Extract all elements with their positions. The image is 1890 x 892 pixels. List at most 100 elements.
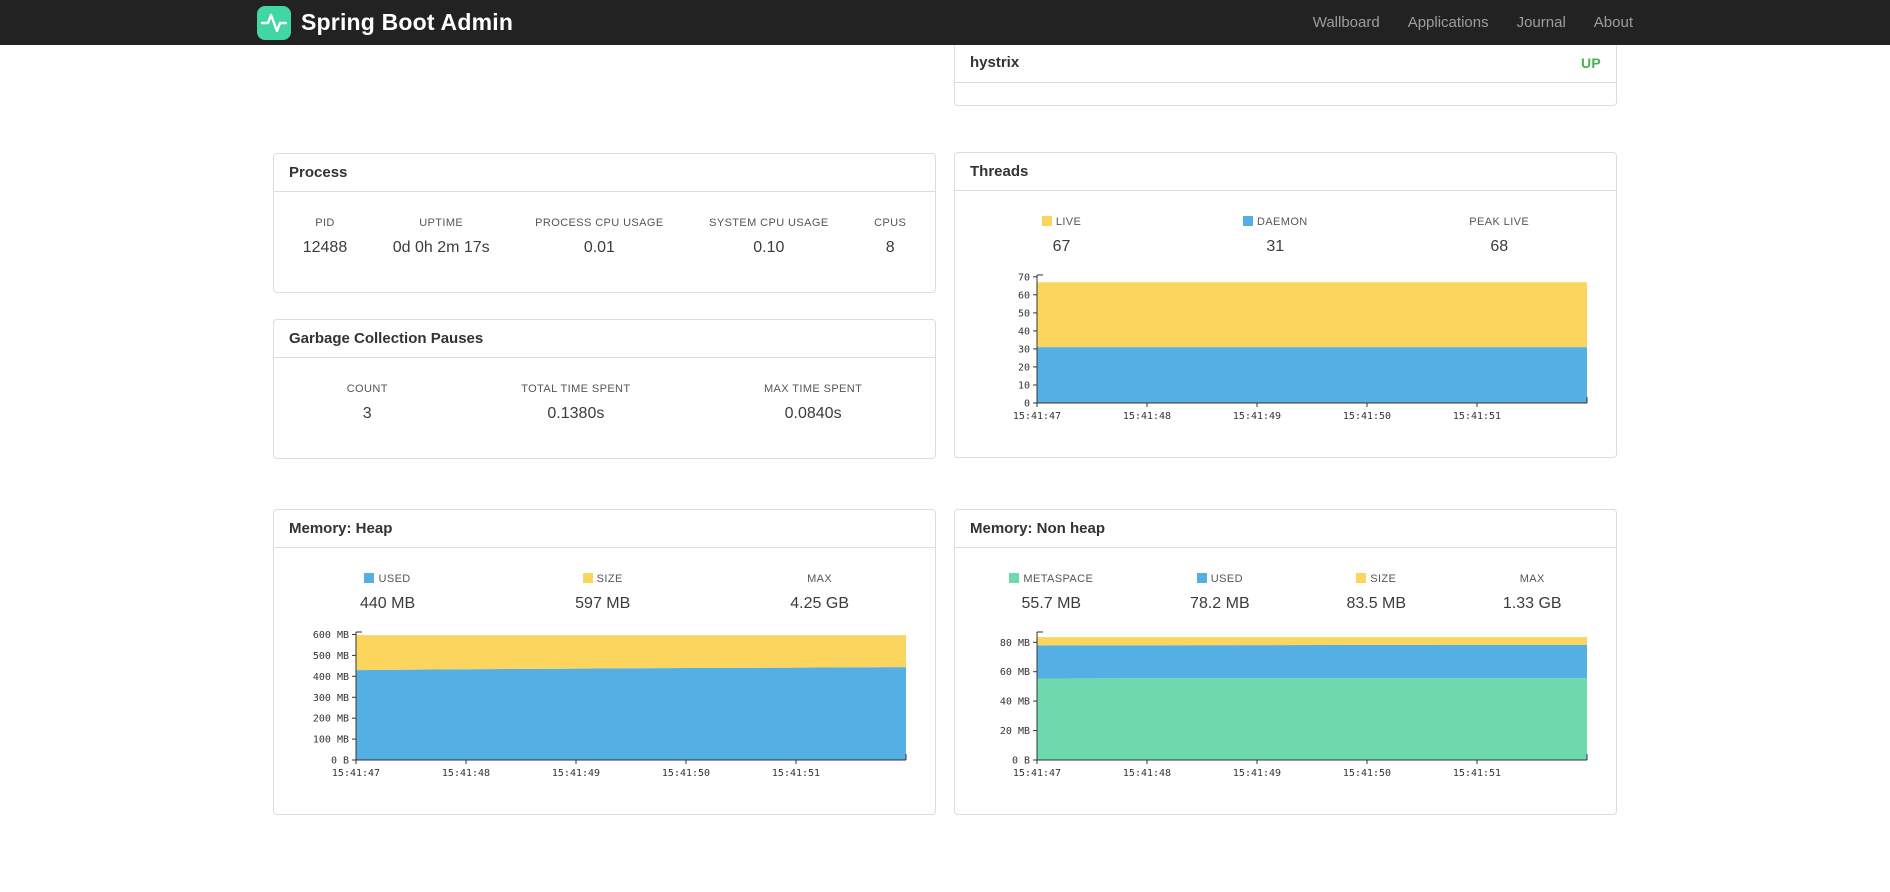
svg-text:0 B: 0 B [1012, 756, 1030, 767]
legend-max: MAX 1.33 GB [1503, 572, 1562, 616]
svg-text:15:41:50: 15:41:50 [1343, 411, 1391, 422]
memory-nonheap-panel: Memory: Non heap METASPACE 55.7 MB USED … [954, 509, 1617, 815]
legend-value: 440 MB [360, 595, 416, 612]
brand[interactable]: Spring Boot Admin [257, 5, 514, 40]
legend-value: 597 MB [575, 595, 631, 612]
svg-text:15:41:47: 15:41:47 [1013, 411, 1061, 422]
process-panel: Process PID 12488 UPTIME 0d 0h 2m 17s PR… [273, 153, 936, 293]
stat-gc-total-time: TOTAL TIME SPENT 0.1380s [521, 382, 630, 426]
threads-panel: Threads LIVE 67 DAEMON 31 PEAK LIVE 68 0… [954, 152, 1617, 458]
legend-size: SIZE 597 MB [575, 572, 630, 616]
stat-uptime: UPTIME 0d 0h 2m 17s [393, 216, 490, 260]
svg-text:0: 0 [1024, 399, 1030, 410]
nav-item-journal[interactable]: Journal [1517, 14, 1566, 31]
legend-peak-live: PEAK LIVE 68 [1469, 215, 1529, 259]
legend-value: 31 [1266, 238, 1285, 255]
svg-text:10: 10 [1018, 381, 1030, 392]
size-swatch-icon [582, 573, 593, 583]
legend-metaspace: METASPACE 55.7 MB [1009, 572, 1093, 616]
process-panel-title: Process [274, 154, 935, 192]
legend-value: 55.7 MB [1021, 595, 1082, 612]
daemon-swatch-icon [1242, 216, 1253, 226]
brand-title: Spring Boot Admin [301, 9, 514, 35]
svg-text:70: 70 [1018, 272, 1030, 283]
svg-text:20 MB: 20 MB [1000, 726, 1030, 737]
panel-bottom-spacer [955, 83, 1616, 105]
used-swatch-icon [1196, 573, 1207, 583]
stat-value: 0.0840s [784, 405, 842, 422]
legend-label: PEAK LIVE [1469, 216, 1530, 228]
legend-label: MAX [1519, 573, 1545, 585]
legend-label: USED [378, 573, 411, 585]
legend-value: 83.5 MB [1346, 595, 1407, 612]
stat-value: 0.01 [583, 239, 615, 256]
status-badge: UP [1580, 54, 1601, 71]
svg-text:15:41:49: 15:41:49 [552, 768, 600, 779]
stat-value: 3 [362, 405, 372, 422]
nonheap-legend: METASPACE 55.7 MB USED 78.2 MB SIZE 83.5… [955, 548, 1616, 618]
memory-heap-panel-title: Memory: Heap [274, 510, 935, 548]
stat-label: PROCESS CPU USAGE [535, 217, 664, 229]
stat-value: 0.10 [753, 239, 785, 256]
legend-label: SIZE [1370, 573, 1397, 585]
application-row-hystrix[interactable]: hystrix UP [955, 45, 1616, 83]
stat-label: CPUS [874, 217, 907, 229]
svg-text:15:41:48: 15:41:48 [1123, 768, 1171, 779]
gc-stats: COUNT 3 TOTAL TIME SPENT 0.1380s MAX TIM… [274, 358, 935, 458]
gc-panel: Garbage Collection Pauses COUNT 3 TOTAL … [273, 319, 936, 459]
memory-heap-panel: Memory: Heap USED 440 MB SIZE 597 MB MAX… [273, 509, 936, 815]
stat-label: TOTAL TIME SPENT [521, 383, 631, 395]
legend-label: LIVE [1055, 216, 1082, 228]
svg-text:15:41:47: 15:41:47 [332, 768, 380, 779]
stat-gc-count: COUNT 3 [347, 382, 388, 426]
stat-value: 8 [885, 239, 895, 256]
svg-text:400 MB: 400 MB [313, 672, 349, 683]
stat-label: PID [315, 217, 335, 229]
svg-text:40 MB: 40 MB [1000, 697, 1030, 708]
svg-text:0 B: 0 B [331, 756, 349, 767]
svg-text:100 MB: 100 MB [313, 735, 349, 746]
svg-text:15:41:49: 15:41:49 [1233, 768, 1281, 779]
legend-value: 78.2 MB [1190, 595, 1250, 612]
svg-text:80 MB: 80 MB [1000, 638, 1030, 649]
svg-text:500 MB: 500 MB [313, 651, 349, 662]
right-column: hystrix UP Threads LIVE 67 DAEMON 31 PEA… [954, 45, 1617, 815]
stat-gc-max-time: MAX TIME SPENT 0.0840s [764, 382, 862, 426]
stat-label: UPTIME [419, 217, 464, 229]
legend-value: 68 [1490, 238, 1509, 255]
gc-panel-title: Garbage Collection Pauses [274, 320, 935, 358]
svg-text:15:41:47: 15:41:47 [1013, 768, 1061, 779]
stat-value: 12488 [302, 239, 348, 256]
stat-cpus: CPUS 8 [874, 216, 906, 260]
stat-process-cpu: PROCESS CPU USAGE 0.01 [535, 216, 663, 260]
legend-label: USED [1210, 573, 1243, 585]
legend-max: MAX 4.25 GB [790, 572, 849, 616]
application-name: hystrix [970, 54, 1020, 71]
left-column: Process PID 12488 UPTIME 0d 0h 2m 17s PR… [273, 45, 936, 815]
applications-panel-fragment: hystrix UP [954, 45, 1617, 106]
size-swatch-icon [1356, 573, 1367, 583]
nav-item-about[interactable]: About [1594, 14, 1633, 31]
nav-item-wallboard[interactable]: Wallboard [1313, 14, 1380, 31]
heap-memory-chart: 0 B 100 MB 200 MB 300 MB 400 MB 500 MB 600 MB 1… [286, 626, 935, 794]
legend-value: 4.25 GB [790, 595, 849, 612]
legend-label: METASPACE [1023, 573, 1094, 585]
legend-label: DAEMON [1256, 216, 1308, 228]
threads-chart: 0 10 20 30 40 50 60 70 15:41:47 15:41:48 15:41:49 1… [967, 269, 1616, 437]
nav-item-applications[interactable]: Applications [1408, 14, 1489, 31]
svg-text:20: 20 [1018, 362, 1030, 373]
svg-text:15:41:51: 15:41:51 [1453, 768, 1501, 779]
stat-pid: PID 12488 [303, 216, 348, 260]
nonheap-memory-chart: 0 B 20 MB 40 MB 60 MB 80 MB 15:41:47 15:41:48 1… [967, 626, 1616, 794]
svg-text:40: 40 [1018, 326, 1030, 337]
svg-text:15:41:48: 15:41:48 [442, 768, 490, 779]
stat-value: 0.1380s [547, 405, 605, 422]
svg-text:60: 60 [1018, 290, 1030, 301]
main-content: Process PID 12488 UPTIME 0d 0h 2m 17s PR… [273, 45, 1617, 815]
stat-value: 0d 0h 2m 17s [392, 239, 490, 256]
svg-text:200 MB: 200 MB [313, 714, 349, 725]
svg-text:15:41:51: 15:41:51 [772, 768, 820, 779]
app-logo-icon [257, 5, 291, 40]
svg-text:15:41:50: 15:41:50 [1343, 768, 1391, 779]
legend-size: SIZE 83.5 MB [1346, 572, 1406, 616]
